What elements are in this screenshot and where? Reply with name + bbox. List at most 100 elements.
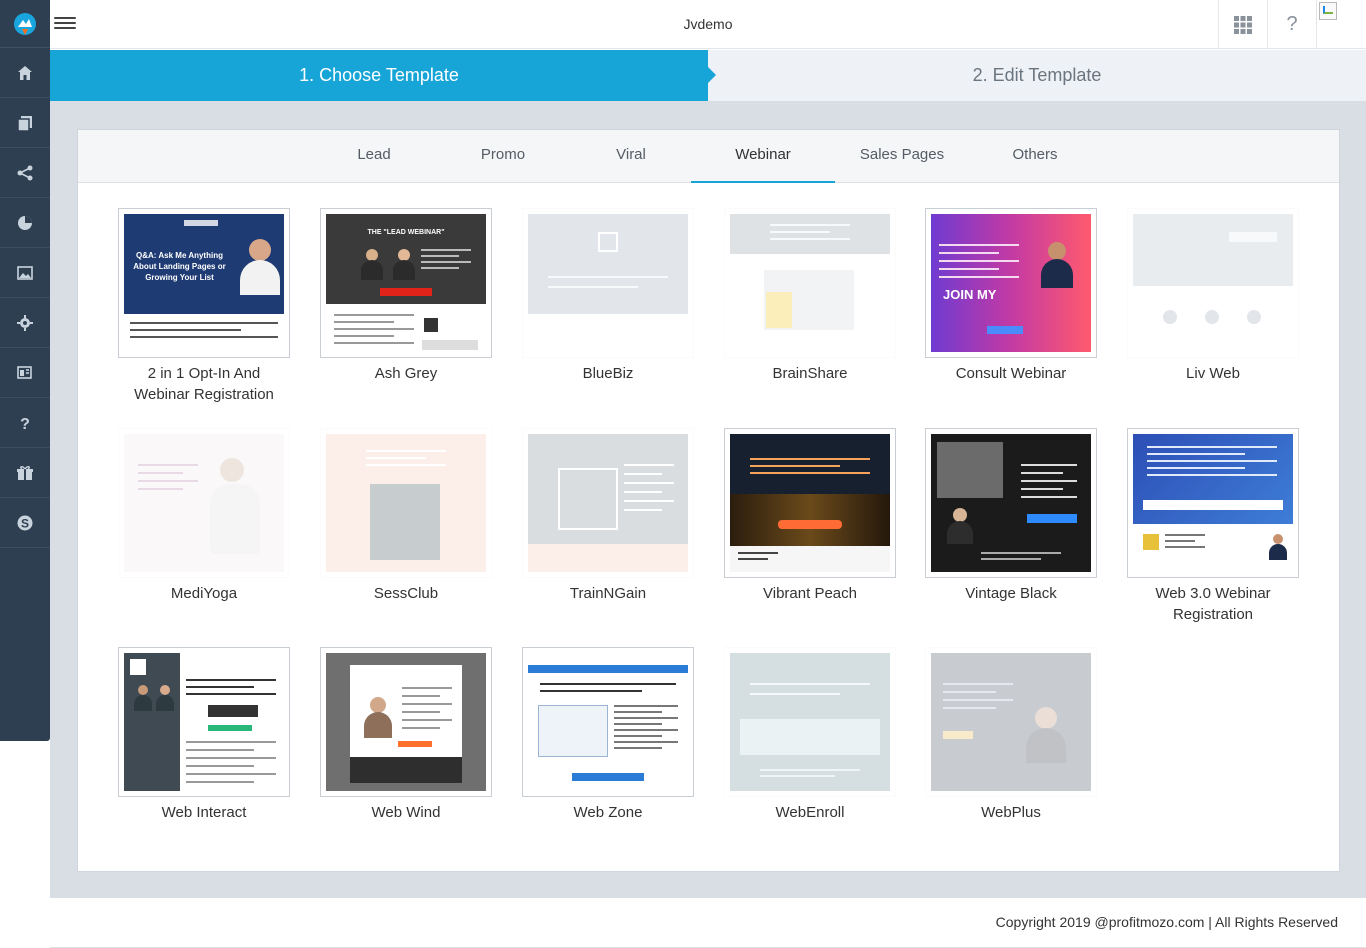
sidebar-item-skype[interactable]: S [0, 498, 50, 548]
template-card-bluebiz[interactable]: BlueBiz [522, 208, 694, 384]
svg-text:?: ? [20, 416, 30, 432]
template-card-brainshare[interactable]: BrainShare [724, 208, 896, 384]
template-preview [528, 214, 688, 352]
app-title: Jvdemo [683, 16, 733, 32]
template-preview [124, 434, 284, 572]
template-preview [326, 434, 486, 572]
template-preview [730, 653, 890, 791]
template-card-ash-grey[interactable]: THE "LEAD WEBINAR" Ash Grey [320, 208, 492, 384]
template-card-mediyoga[interactable]: MediYoga [118, 428, 290, 604]
template-name: WebEnroll [775, 804, 845, 821]
template-name: Vibrant Peach [763, 585, 857, 602]
footer: Copyright 2019 @profitmozo.com | All Rig… [50, 898, 1366, 948]
template-card-sessclub[interactable]: SessClub [320, 428, 492, 604]
template-thumbnail[interactable] [118, 647, 290, 797]
template-card-webplus[interactable]: WebPlus [925, 647, 1097, 823]
tab-viral[interactable]: Viral [580, 130, 682, 183]
template-name: MediYoga [170, 585, 238, 602]
template-preview [1133, 434, 1293, 572]
template-preview: THE "LEAD WEBINAR" [326, 214, 486, 352]
tab-sales-pages[interactable]: Sales Pages [852, 130, 952, 183]
sidebar-item-share[interactable] [0, 148, 50, 198]
grid-icon [1234, 15, 1252, 34]
template-thumbnail[interactable] [925, 647, 1097, 797]
step-edit-template[interactable]: 2. Edit Template [708, 50, 1366, 101]
template-name: Web Interact [161, 804, 247, 821]
home-icon [18, 65, 32, 80]
help-button[interactable]: ? [1267, 0, 1316, 49]
template-card-vibrant-peach[interactable]: Vibrant Peach [724, 428, 896, 604]
broken-image-icon [1319, 2, 1337, 20]
sidebar-item-home[interactable] [0, 48, 50, 98]
template-preview [124, 653, 284, 791]
template-thumbnail[interactable] [1127, 428, 1299, 578]
app-root: ? S Jvdemo ? 1. Choose Template 2. Edit T… [0, 0, 1366, 948]
logo-icon [14, 12, 36, 35]
template-thumbnail[interactable]: JOIN MY [925, 208, 1097, 358]
template-thumbnail[interactable] [522, 428, 694, 578]
tab-promo[interactable]: Promo [452, 130, 554, 183]
svg-text:S: S [21, 516, 29, 530]
template-card-webenroll[interactable]: WebEnroll [724, 647, 896, 823]
template-name: Vintage Black [965, 585, 1057, 602]
sidebar: ? S [0, 0, 50, 741]
template-name: SessClub [373, 585, 439, 602]
sidebar-item-help[interactable]: ? [0, 398, 50, 448]
gear-icon [17, 314, 33, 331]
template-name: Liv Web [1186, 365, 1240, 382]
top-bar-actions: ? [1218, 0, 1366, 49]
sidebar-item-gear[interactable] [0, 298, 50, 348]
template-preview [730, 434, 890, 572]
template-thumbnail[interactable] [522, 208, 694, 358]
template-card-vintage-black[interactable]: Vintage Black [925, 428, 1097, 604]
thumb-headline: THE "LEAD WEBINAR" [367, 229, 445, 236]
sidebar-item-gift[interactable] [0, 448, 50, 498]
tab-others[interactable]: Others [984, 130, 1086, 183]
sidebar-item-pie-chart[interactable] [0, 198, 50, 248]
sidebar-item-image[interactable] [0, 248, 50, 298]
template-card-web-zone[interactable]: Web Zone [522, 647, 694, 823]
template-thumbnail[interactable] [925, 428, 1097, 578]
template-thumbnail[interactable] [320, 428, 492, 578]
sidebar-item-pages[interactable] [0, 98, 50, 148]
template-thumbnail[interactable] [320, 647, 492, 797]
template-name: BrainShare [772, 365, 848, 382]
template-name: Web Wind [371, 804, 441, 821]
pages-icon [17, 115, 32, 132]
template-thumbnail[interactable]: THE "LEAD WEBINAR" [320, 208, 492, 358]
template-thumbnail[interactable] [118, 428, 290, 578]
skype-icon: S [17, 515, 33, 530]
template-card-web-3-0-webinar-registration[interactable]: Web 3.0 Webinar Registration [1127, 428, 1299, 625]
apps-grid-button[interactable] [1218, 0, 1267, 49]
avatar[interactable] [1316, 0, 1366, 49]
share-icon [17, 165, 33, 180]
template-card-liv-web[interactable]: Liv Web [1127, 208, 1299, 384]
template-name: WebPlus [981, 804, 1041, 821]
template-thumbnail[interactable] [724, 208, 896, 358]
thumb-headline: Q&A: Ask Me Anything About Landing Pages… [133, 251, 226, 282]
template-name: Web Zone [573, 804, 643, 821]
template-card-trainngain[interactable]: TrainNGain [522, 428, 694, 604]
template-preview [528, 434, 688, 572]
thumb-headline: JOIN MY [943, 287, 997, 302]
template-card-web-interact[interactable]: Web Interact [118, 647, 290, 823]
category-tabs: Lead Promo Viral Webinar Sales Pages Oth… [78, 130, 1339, 183]
template-preview: JOIN MY [931, 214, 1091, 352]
template-thumbnail[interactable] [1127, 208, 1299, 358]
top-bar: Jvdemo ? [50, 0, 1366, 49]
logo[interactable] [0, 0, 50, 48]
template-preview [931, 434, 1091, 572]
template-card-web-wind[interactable]: Web Wind [320, 647, 492, 823]
tab-lead[interactable]: Lead [324, 130, 424, 183]
tab-webinar[interactable]: Webinar [691, 130, 835, 183]
template-thumbnail[interactable]: Q&A: Ask Me Anything About Landing Pages… [118, 208, 290, 358]
template-card-2-in-1-opt-in-and-webinar-registration[interactable]: Q&A: Ask Me Anything About Landing Pages… [118, 208, 290, 405]
template-panel: Lead Promo Viral Webinar Sales Pages Oth… [77, 129, 1340, 872]
template-thumbnail[interactable] [522, 647, 694, 797]
template-thumbnail[interactable] [724, 428, 896, 578]
step-choose-template[interactable]: 1. Choose Template [50, 50, 716, 101]
template-thumbnail[interactable] [724, 647, 896, 797]
template-preview [1133, 214, 1293, 352]
sidebar-item-template[interactable] [0, 348, 50, 398]
template-card-consult-webinar[interactable]: JOIN MY Consult Webinar [925, 208, 1097, 384]
